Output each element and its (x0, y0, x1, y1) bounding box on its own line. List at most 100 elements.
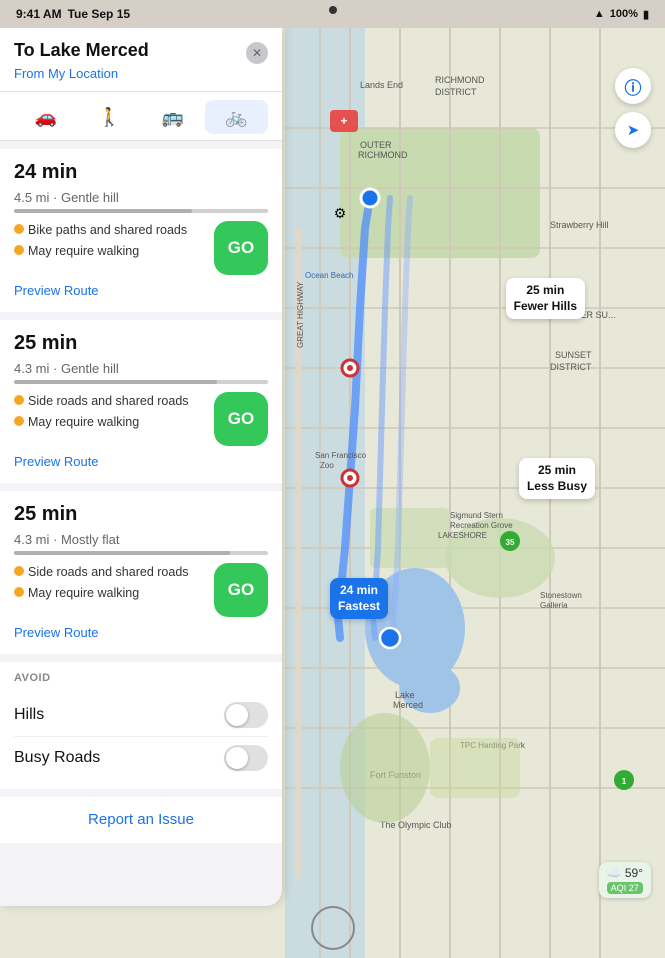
warning-dot (14, 416, 24, 426)
close-button[interactable]: ✕ (246, 42, 268, 64)
route-3-go-button[interactable]: GO (214, 563, 268, 617)
transport-tabs: 🚗 🚶 🚌 🚲 (0, 92, 282, 141)
route-3-meta: 4.3 mi · Mostly flat (14, 532, 268, 547)
map-label-less-busy: 25 minLess Busy (519, 458, 595, 499)
route-2-warnings: Side roads and shared roads May require … (14, 392, 206, 434)
svg-text:Merced: Merced (393, 700, 423, 710)
route-1-bar (14, 209, 268, 213)
toggle-busy-roads-label: Busy Roads (14, 749, 100, 767)
camera-notch (329, 6, 337, 14)
warning-dot (14, 395, 24, 405)
tab-walk[interactable]: 🚶 (78, 100, 142, 134)
route-2-details: Side roads and shared roads May require … (14, 392, 268, 446)
route-1-time: 24 min (14, 161, 268, 184)
svg-text:DISTRICT: DISTRICT (550, 362, 592, 372)
route-2-preview-link[interactable]: Preview Route (14, 454, 99, 469)
panel-title: To Lake Merced (14, 40, 149, 61)
weather-badge: ☁️ 59° AQI 27 (599, 862, 651, 898)
svg-text:Recreation Grove: Recreation Grove (450, 521, 513, 530)
route-2-meta: 4.3 mi · Gentle hill (14, 361, 268, 376)
date-display: Tue Sep 15 (68, 7, 130, 21)
tab-bike[interactable]: 🚲 (205, 100, 269, 134)
svg-text:Strawberry Hill: Strawberry Hill (550, 220, 609, 230)
report-link-section: Report an Issue (0, 797, 282, 843)
route-2-bar (14, 380, 268, 384)
svg-text:1: 1 (622, 777, 627, 786)
route-1-go-button[interactable]: GO (214, 221, 268, 275)
tab-drive[interactable]: 🚗 (14, 100, 78, 134)
svg-text:Galleria: Galleria (540, 601, 568, 610)
subtitle-prefix: From (14, 66, 48, 81)
svg-text:RICHMOND: RICHMOND (358, 150, 408, 160)
route-1-preview-link[interactable]: Preview Route (14, 283, 99, 298)
svg-text:+: + (340, 114, 347, 128)
route-1-warning-1: Bike paths and shared roads (14, 221, 206, 240)
route-2-time: 25 min (14, 332, 268, 355)
report-issue-link[interactable]: Report an Issue (88, 811, 194, 828)
toggle-hills[interactable] (224, 702, 268, 728)
toggle-row-busy-roads: Busy Roads (14, 737, 268, 779)
svg-text:LAKESHORE: LAKESHORE (438, 531, 487, 540)
wifi-icon: ▲ (594, 8, 605, 20)
panel-title-row: To Lake Merced ✕ (14, 40, 268, 64)
avoid-section: AVOID Hills Busy Roads (0, 662, 282, 789)
toggle-hills-label: Hills (14, 706, 44, 724)
route-2-warning-2: May require walking (14, 413, 206, 432)
map-label-fastest: 24 minFastest (330, 578, 388, 619)
route-3-details: Side roads and shared roads May require … (14, 563, 268, 617)
route-1-warning-2: May require walking (14, 242, 206, 261)
toggle-busy-roads[interactable] (224, 745, 268, 771)
route-2-go-button[interactable]: GO (214, 392, 268, 446)
info-button[interactable]: ⓘ (615, 68, 651, 104)
svg-text:Zoo: Zoo (320, 461, 334, 470)
route-card-3: 25 min 4.3 mi · Mostly flat Side roads a… (0, 491, 282, 654)
aqi-badge: AQI 27 (607, 882, 643, 894)
svg-text:⚙: ⚙ (334, 205, 347, 221)
time-display: 9:41 AM (16, 7, 62, 21)
status-bar-right: ▲ 100% ▮ (594, 8, 649, 21)
panel-header: To Lake Merced ✕ From My Location (0, 28, 282, 92)
tab-transit[interactable]: 🚌 (141, 100, 205, 134)
location-button[interactable]: ➤ (615, 112, 651, 148)
route-card-2: 25 min 4.3 mi · Gentle hill Side roads a… (0, 320, 282, 483)
svg-text:San Francisco: San Francisco (315, 451, 367, 460)
route-3-warning-2: May require walking (14, 584, 206, 603)
route-2-warning-1: Side roads and shared roads (14, 392, 206, 411)
svg-text:35: 35 (506, 538, 515, 547)
status-bar-left: 9:41 AM Tue Sep 15 (16, 7, 130, 21)
weather-text: ☁️ 59° (607, 866, 643, 880)
warning-dot (14, 566, 24, 576)
warning-dot (14, 587, 24, 597)
side-panel: To Lake Merced ✕ From My Location 🚗 🚶 🚌 … (0, 28, 282, 906)
warning-dot (14, 224, 24, 234)
route-3-bar (14, 551, 268, 555)
status-bar: 9:41 AM Tue Sep 15 ▲ 100% ▮ (0, 0, 665, 28)
svg-text:Lake: Lake (395, 690, 415, 700)
route-card-1: 24 min 4.5 mi · Gentle hill Bike paths a… (0, 149, 282, 312)
svg-text:OUTER: OUTER (360, 140, 392, 150)
route-3-preview-link[interactable]: Preview Route (14, 625, 99, 640)
route-1-warnings: Bike paths and shared roads May require … (14, 221, 206, 263)
svg-text:Ocean Beach: Ocean Beach (305, 271, 353, 280)
svg-text:Stonestown: Stonestown (540, 591, 582, 600)
svg-text:RICHMOND: RICHMOND (435, 75, 485, 85)
battery-display: 100% (610, 8, 638, 20)
warning-dot (14, 245, 24, 255)
svg-text:DISTRICT: DISTRICT (435, 87, 477, 97)
route-3-time: 25 min (14, 503, 268, 526)
route-1-meta: 4.5 mi · Gentle hill (14, 190, 268, 205)
map-label-fewer-hills: 25 minFewer Hills (506, 278, 585, 319)
home-button[interactable] (311, 906, 355, 950)
battery-icon: ▮ (643, 8, 649, 21)
subtitle-location: My Location (48, 66, 118, 81)
svg-text:GREAT HIGHWAY: GREAT HIGHWAY (296, 281, 305, 348)
svg-text:Sigmund Stern: Sigmund Stern (450, 511, 503, 520)
panel-subtitle: From My Location (14, 66, 268, 81)
route-3-warnings: Side roads and shared roads May require … (14, 563, 206, 605)
avoid-label: AVOID (14, 672, 268, 684)
route-3-warning-1: Side roads and shared roads (14, 563, 206, 582)
route-1-details: Bike paths and shared roads May require … (14, 221, 268, 275)
svg-text:Lands End: Lands End (360, 80, 403, 90)
svg-text:SUNSET: SUNSET (555, 350, 592, 360)
toggle-row-hills: Hills (14, 694, 268, 737)
